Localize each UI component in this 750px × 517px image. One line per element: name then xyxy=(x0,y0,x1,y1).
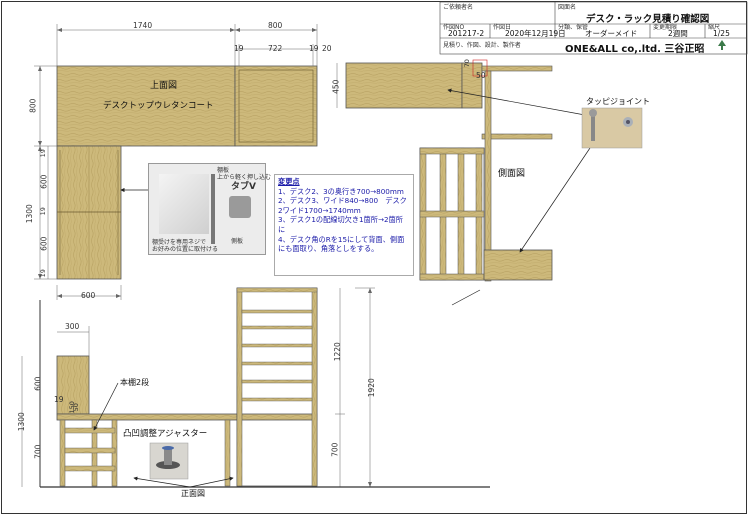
company-logo xyxy=(718,40,726,50)
client-label: ご依頼者名 xyxy=(443,4,474,11)
category: オーダーメイド xyxy=(585,29,638,38)
change-notes: 変更点 1、デスク2、3の奥行き700→800mm 2、デスク3、ワイド840→… xyxy=(274,174,414,276)
tabby-joint-label: タッピジョイント xyxy=(586,97,650,106)
company-name: ONE&ALL co,.ltd. 三谷正昭 xyxy=(565,44,705,55)
dim-1300-front: 1300 xyxy=(16,412,26,432)
change-notes-title: 変更点 xyxy=(278,177,300,186)
dim-50-front: 50 xyxy=(71,403,80,412)
tabv-bracket-icon xyxy=(229,196,251,218)
adjuster-photo xyxy=(149,442,189,480)
drawing-name: デスク・ラック見積り確認図 xyxy=(586,14,710,25)
dim-600-horizontal: 600 xyxy=(81,291,96,300)
category-label: 分類、保管 xyxy=(558,24,589,31)
leader-lines xyxy=(93,88,591,488)
front-view-label: 正面図 xyxy=(181,489,205,498)
dim-20: 20 xyxy=(322,44,332,53)
dim-722: 722 xyxy=(268,44,283,53)
tabv-note-push: 上から軽く押し込む xyxy=(217,174,272,181)
dim-19-vertical-2: 19 xyxy=(38,207,47,216)
dim-600-front: 600 xyxy=(33,376,43,391)
top-view-label: 上面図 xyxy=(150,81,178,91)
dim-1220: 1220 xyxy=(332,342,342,362)
dim-800: 800 xyxy=(268,21,283,30)
dim-19-vertical-3: 19 xyxy=(38,269,47,278)
change-note-4: 4、デスク角のRを15にして背面、側面にも面取り、角落としをする。 xyxy=(278,234,405,254)
adjuster-label: 凸凹調整アジャスター xyxy=(123,429,208,439)
dim-19-b: 19 xyxy=(309,44,319,53)
scale: 1/25 xyxy=(713,29,730,38)
side-view-label: 側面図 xyxy=(498,169,526,179)
dim-800-vertical: 800 xyxy=(28,98,38,113)
delivery: 2週間 xyxy=(668,29,688,38)
maker-label: 見積り、作図、設計、製作者 xyxy=(443,42,521,49)
dim-19-a: 19 xyxy=(234,44,244,53)
dim-1740: 1740 xyxy=(133,21,153,30)
dim-1300-vertical: 1300 xyxy=(24,204,34,224)
desktop-coat-label: デスクトップウレタンコート xyxy=(103,101,214,111)
dim-50: 50 xyxy=(476,71,486,80)
dim-19-vertical-1: 19 xyxy=(38,149,47,158)
change-note-1: 1、デスク2、3の奥行き700→800mm xyxy=(278,186,404,196)
drawing-name-label: 図面名 xyxy=(558,4,577,11)
work-no: 201217-2 xyxy=(448,29,485,38)
tabv-title: タブV xyxy=(231,182,256,192)
dim-19-front: 19 xyxy=(54,395,64,404)
dim-600-vertical-2: 600 xyxy=(39,236,49,251)
dim-600-vertical: 600 xyxy=(39,174,49,189)
date: 2020年12月19日 xyxy=(505,29,566,38)
tabv-note-side: 側板 xyxy=(231,238,244,245)
dim-70: 70 xyxy=(462,59,471,68)
front-view xyxy=(39,287,490,488)
tabv-note-position: お好みの位置に取付ける xyxy=(152,246,219,253)
bookshelf-label: 本棚2段 xyxy=(120,378,150,387)
change-note-3: 3、デスク1の配線切欠き1箇所→2箇所に xyxy=(278,215,403,234)
tabv-photo-panel: 棚板 上から軽く押し込む タブV 側板 棚受けを専用ネジで お好みの位置に取付け… xyxy=(148,163,271,255)
dim-700-front: 700 xyxy=(33,444,43,459)
drawing-sheet: ご依頼者名 図面名 デスク・ラック見積り確認図 作図NO 201217-2 作図… xyxy=(0,0,750,517)
tabby-joint-photo xyxy=(581,107,643,149)
dim-450: 450 xyxy=(331,79,341,94)
dim-700-right: 700 xyxy=(330,442,340,457)
tabv-shelf-image xyxy=(159,174,209,234)
dim-1920: 1920 xyxy=(366,378,376,398)
change-note-2: 2、デスク3、ワイド840→800 デスク2ワイド1700→1740mm xyxy=(278,196,407,215)
tabv-side-rail xyxy=(211,174,215,244)
dim-300: 300 xyxy=(65,322,80,331)
